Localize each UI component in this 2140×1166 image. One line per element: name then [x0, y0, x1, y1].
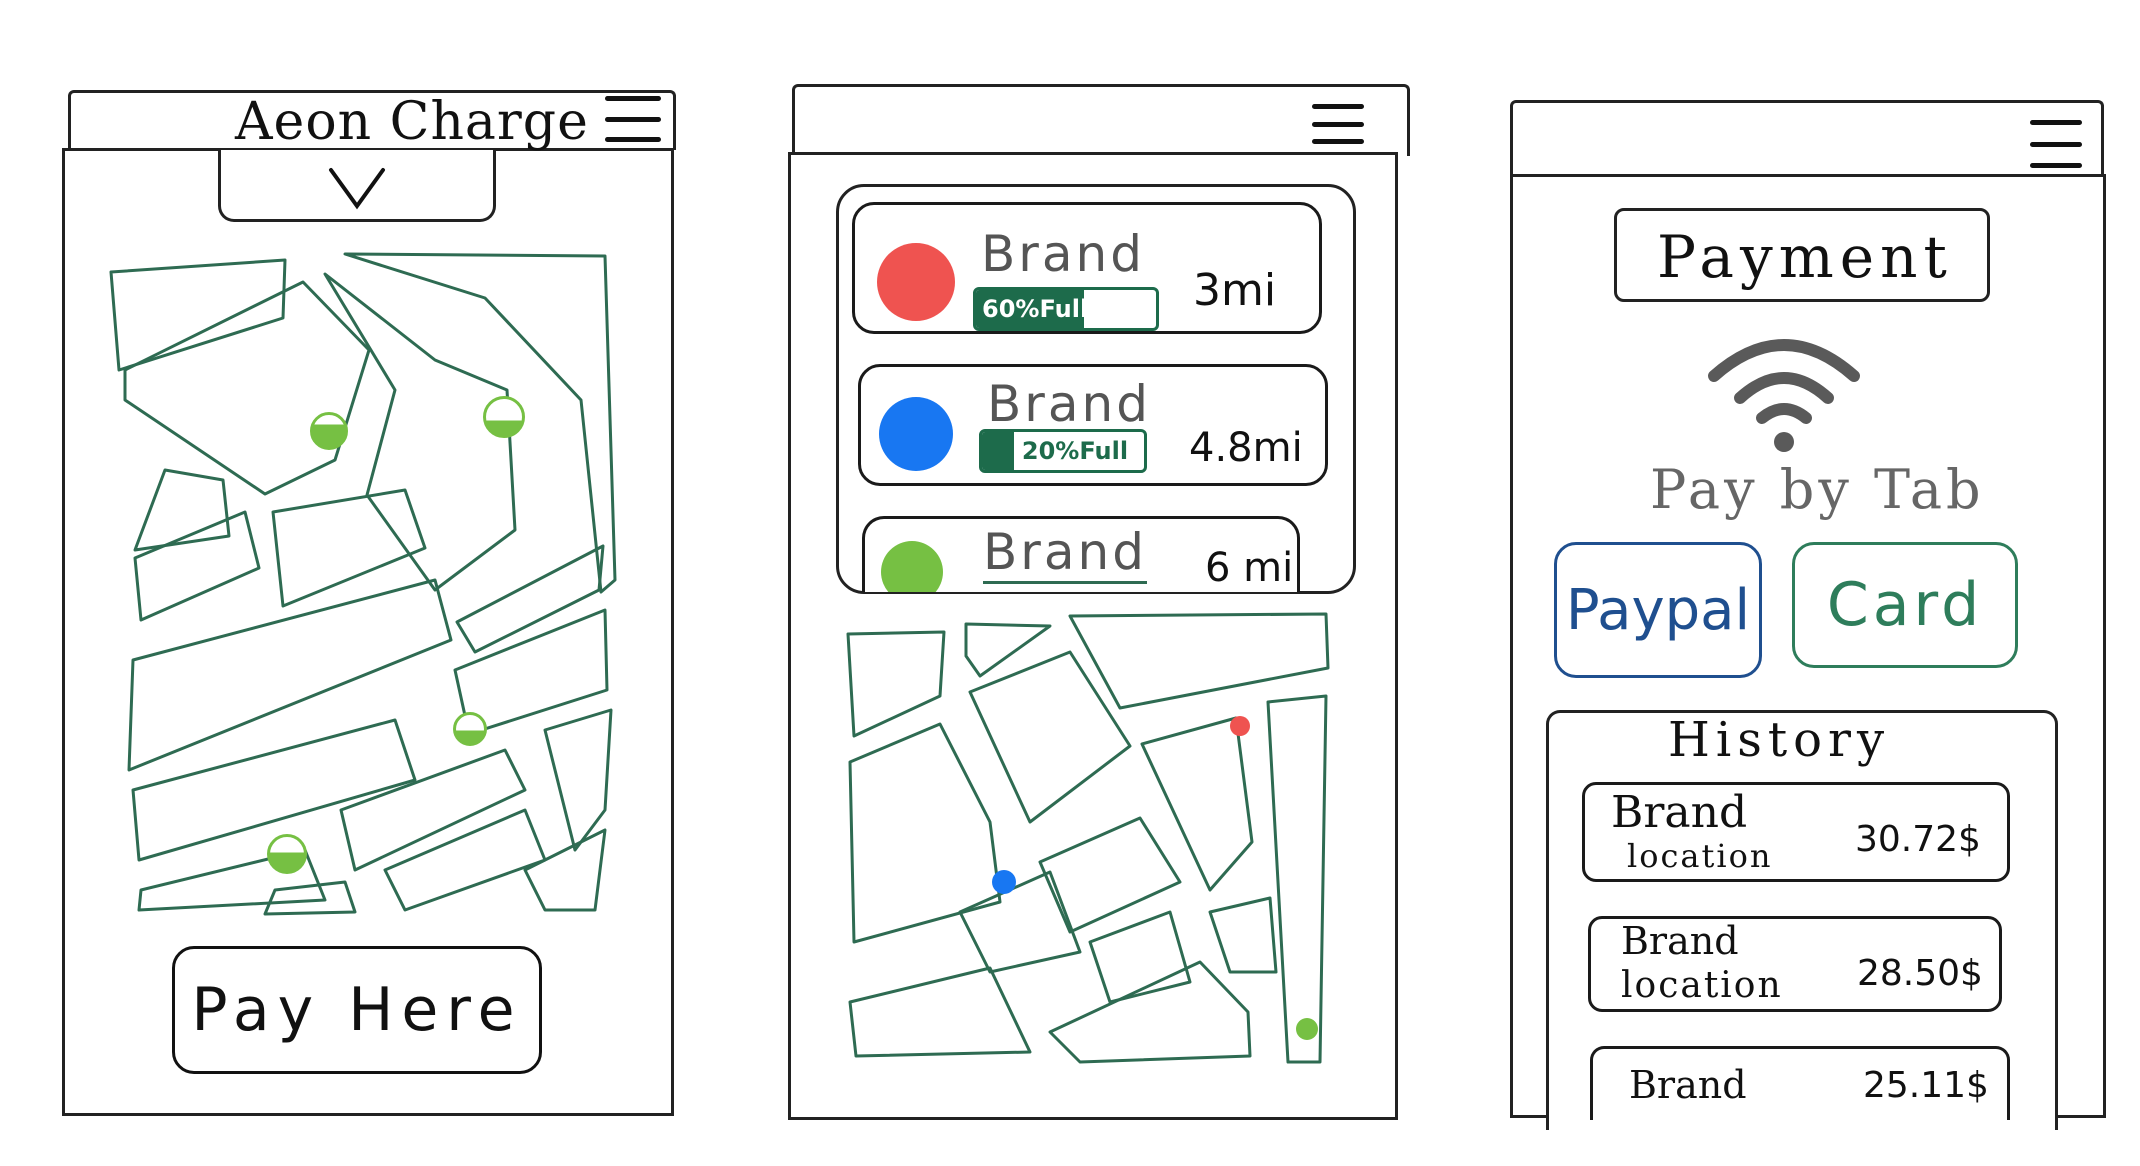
station-card[interactable]: Brand 60%Full 3mi [852, 202, 1322, 334]
history-item[interactable]: Brand location 30.72$ [1582, 782, 2010, 882]
station-distance: 6 mi [1205, 545, 1294, 591]
charging-station-marker-icon[interactable] [483, 396, 525, 438]
pay-by-tap-label: Pay by Tab [1650, 458, 1985, 521]
history-item[interactable]: Brand location 28.50$ [1588, 916, 2002, 1012]
app-header [1510, 100, 2104, 176]
history-location: location [1621, 965, 1783, 1006]
history-brand: Brand [1621, 919, 1739, 963]
card-button[interactable]: Card [1792, 542, 2018, 668]
history-brand: Brand [1611, 787, 1748, 838]
charging-station-marker-icon[interactable] [267, 834, 307, 874]
app-title: Aeon Charge [235, 92, 589, 152]
map-area[interactable] [105, 250, 625, 930]
history-amount: 25.11$ [1863, 1065, 1989, 1106]
hamburger-menu-icon[interactable] [605, 96, 661, 142]
station-distance: 3mi [1193, 265, 1277, 316]
charging-station-marker-icon[interactable] [453, 712, 487, 746]
current-location-icon [992, 870, 1016, 894]
history-brand: Brand [1629, 1063, 1747, 1107]
charge-level-bar: 60%Full [973, 287, 1159, 331]
history-location: location [1627, 837, 1773, 875]
location-dropdown[interactable] [218, 150, 496, 222]
contactless-pay-icon[interactable] [1704, 328, 1864, 458]
station-card[interactable]: Brand 6 mi [862, 516, 1300, 592]
hamburger-menu-icon[interactable] [2030, 120, 2082, 168]
station-brand: Brand [987, 375, 1151, 433]
station-marker-icon[interactable] [1230, 716, 1250, 736]
history-amount: 30.72$ [1855, 819, 1981, 860]
charge-level-bar: 20%Full [979, 429, 1147, 473]
station-brand: Brand [981, 225, 1145, 283]
hamburger-menu-icon[interactable] [1312, 104, 1364, 144]
payment-title: Payment [1657, 223, 1953, 291]
station-marker-icon[interactable] [1296, 1018, 1318, 1040]
charge-label: 60%Full [982, 295, 1089, 323]
station-distance: 4.8mi [1189, 425, 1303, 471]
station-brand: Brand [983, 523, 1147, 584]
station-card[interactable]: Brand 20%Full 4.8mi [858, 364, 1328, 486]
payment-title-box: Payment [1614, 208, 1990, 302]
map-area[interactable] [840, 612, 1340, 1072]
history-title: History [1668, 712, 1891, 768]
pay-here-button[interactable]: Pay Here [172, 946, 542, 1074]
paypal-button[interactable]: Paypal [1554, 542, 1762, 678]
brand-logo-icon [881, 541, 943, 592]
brand-logo-icon [877, 243, 955, 321]
chevron-down-icon [329, 168, 385, 210]
history-amount: 28.50$ [1857, 953, 1983, 994]
charging-station-marker-icon[interactable] [310, 412, 348, 450]
charge-label: 20%Full [1021, 437, 1129, 465]
brand-logo-icon [879, 397, 953, 471]
history-item[interactable]: Brand 25.11$ [1590, 1046, 2010, 1120]
